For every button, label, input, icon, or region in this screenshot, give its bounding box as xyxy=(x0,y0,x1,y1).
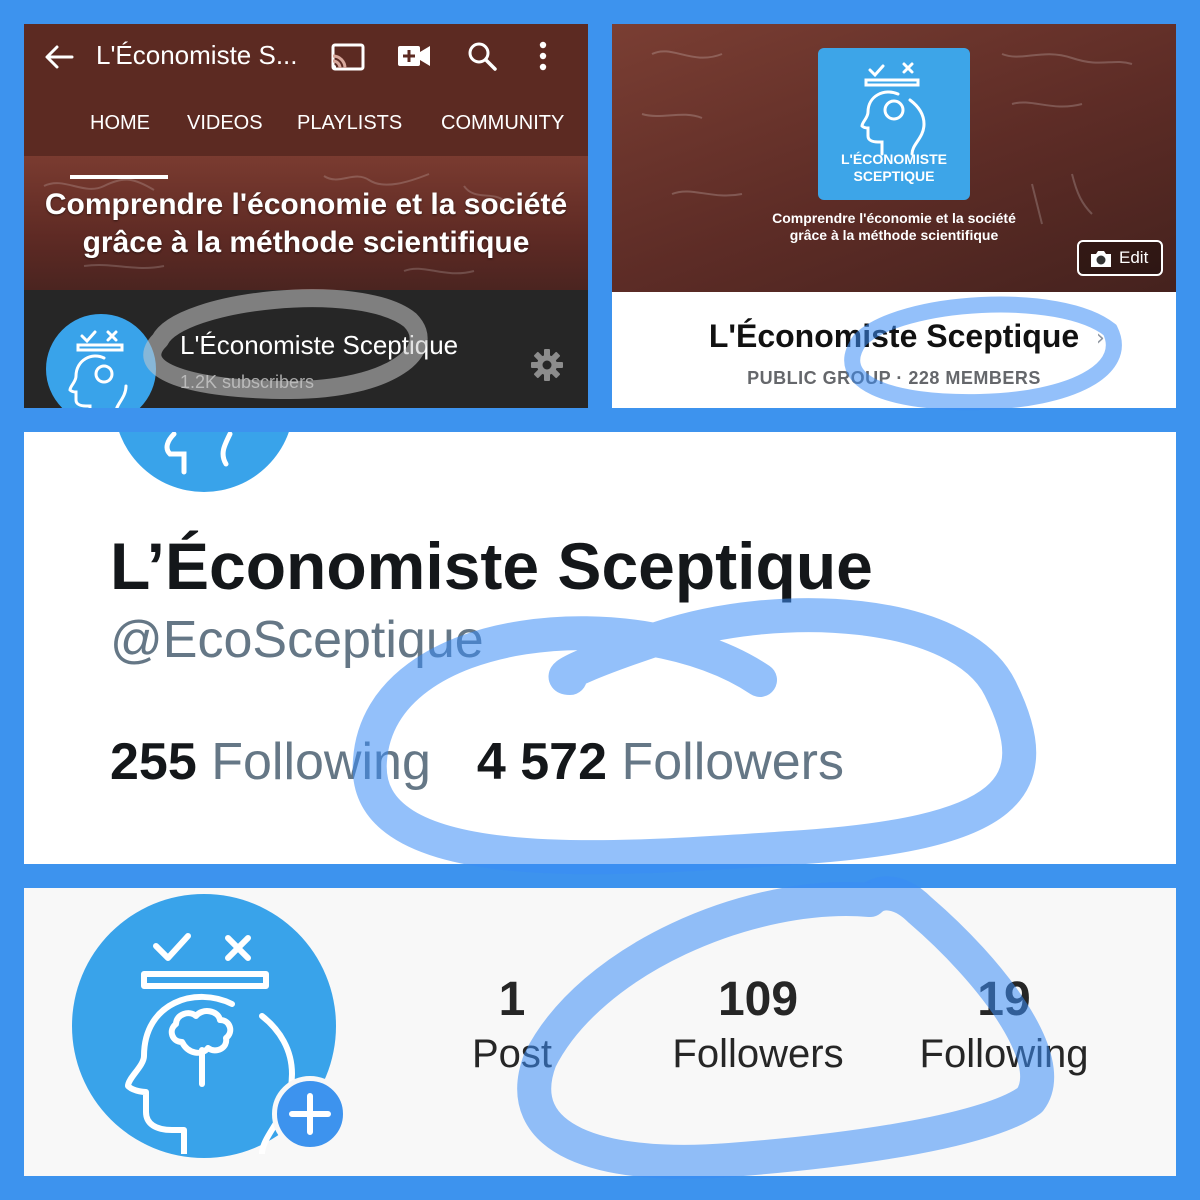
followers-count: 4 572 xyxy=(476,733,608,791)
facebook-group-name[interactable]: L'Économiste Sceptique xyxy=(612,318,1176,355)
youtube-channel-name: L'Économiste Sceptique xyxy=(180,330,459,360)
cover-text-line-1: Comprendre l'économie et la société xyxy=(772,210,1016,226)
youtube-banner-line-2: grâce à la méthode scientifique xyxy=(82,226,530,259)
more-vert-icon[interactable] xyxy=(538,40,548,72)
gear-icon[interactable] xyxy=(530,348,564,382)
channel-avatar[interactable] xyxy=(46,314,156,408)
edit-cover-button[interactable]: Edit xyxy=(1077,240,1163,276)
camera-icon xyxy=(1091,251,1111,267)
video-camera-add-icon[interactable] xyxy=(396,42,432,70)
twitter-stats: 255 Following 4 572 Followers xyxy=(110,732,844,792)
tab-community[interactable]: COMMUNITY xyxy=(441,112,564,135)
instagram-posts-stat[interactable]: 1 Post xyxy=(452,972,572,1080)
twitter-profile-name: L’Économiste Sceptique xyxy=(110,529,873,603)
facebook-cover-text: Comprendre l'économie et la société grâc… xyxy=(732,210,1056,244)
followers-label: Followers xyxy=(621,733,844,791)
youtube-channel-title: L'Économiste S... xyxy=(96,40,298,70)
youtube-top-bar: L'Économiste S... xyxy=(24,24,588,90)
edit-button-label: Edit xyxy=(1119,248,1149,267)
youtube-subscriber-count: 1.2K subscribers xyxy=(180,372,315,392)
youtube-channel-header: L'Économiste Sceptique 1.2K subscribers xyxy=(24,290,588,408)
posts-label: Post xyxy=(471,1032,553,1076)
twitter-following-link[interactable]: 255 Following xyxy=(110,733,431,791)
instagram-panel: 1 Post 109 Followers 19 Following xyxy=(24,888,1176,1176)
tab-videos[interactable]: VIDEOS xyxy=(187,112,263,135)
following-count: 255 xyxy=(110,733,197,791)
skeptic-head-icon xyxy=(164,432,233,475)
youtube-tabs: HOME VIDEOS PLAYLISTS COMMUNITY xyxy=(24,108,588,180)
twitter-panel: L’Économiste Sceptique @EcoSceptique 255… xyxy=(24,432,1176,864)
chevron-right-icon[interactable]: › xyxy=(1096,326,1105,351)
facebook-group-meta: PUBLIC GROUP · 228 MEMBERS xyxy=(747,368,1041,388)
twitter-avatar[interactable] xyxy=(114,432,294,492)
plus-icon xyxy=(289,1093,331,1135)
cast-icon[interactable] xyxy=(330,42,366,72)
tab-home[interactable]: HOME xyxy=(90,112,150,135)
following-label: Following xyxy=(919,1032,1089,1076)
instagram-followers-stat[interactable]: 109 Followers xyxy=(658,972,858,1080)
logo-text-line-2: SCEPTIQUE xyxy=(853,168,935,184)
youtube-panel: L'Économiste S... Comprendre l'économie … xyxy=(24,24,588,408)
following-label: Following xyxy=(211,733,431,791)
facebook-logo-text: L'ÉCONOMISTE SCEPTIQUE xyxy=(818,151,970,185)
active-tab-indicator xyxy=(70,175,168,179)
followers-label: Followers xyxy=(672,1032,844,1076)
instagram-following-stat[interactable]: 19 Following xyxy=(904,972,1104,1080)
youtube-banner-line-1: Comprendre l'économie et la société xyxy=(44,188,568,221)
followers-count: 109 xyxy=(717,973,799,1026)
search-icon[interactable] xyxy=(466,40,498,72)
posts-count: 1 xyxy=(498,973,526,1026)
facebook-panel: L'ÉCONOMISTE SCEPTIQUE Comprendre l'écon… xyxy=(612,24,1176,408)
youtube-banner-text: Comprendre l'économie et la société grâc… xyxy=(24,186,588,262)
cover-text-line-2: grâce à la méthode scientifique xyxy=(789,227,999,243)
back-arrow-icon[interactable] xyxy=(44,44,74,70)
logo-text-line-1: L'ÉCONOMISTE xyxy=(841,151,947,167)
twitter-handle: @EcoSceptique xyxy=(110,611,484,669)
following-count: 19 xyxy=(977,973,1031,1026)
tab-playlists[interactable]: PLAYLISTS xyxy=(297,112,402,135)
twitter-followers-link[interactable]: 4 572 Followers xyxy=(477,733,844,791)
add-story-button[interactable] xyxy=(272,1076,348,1152)
